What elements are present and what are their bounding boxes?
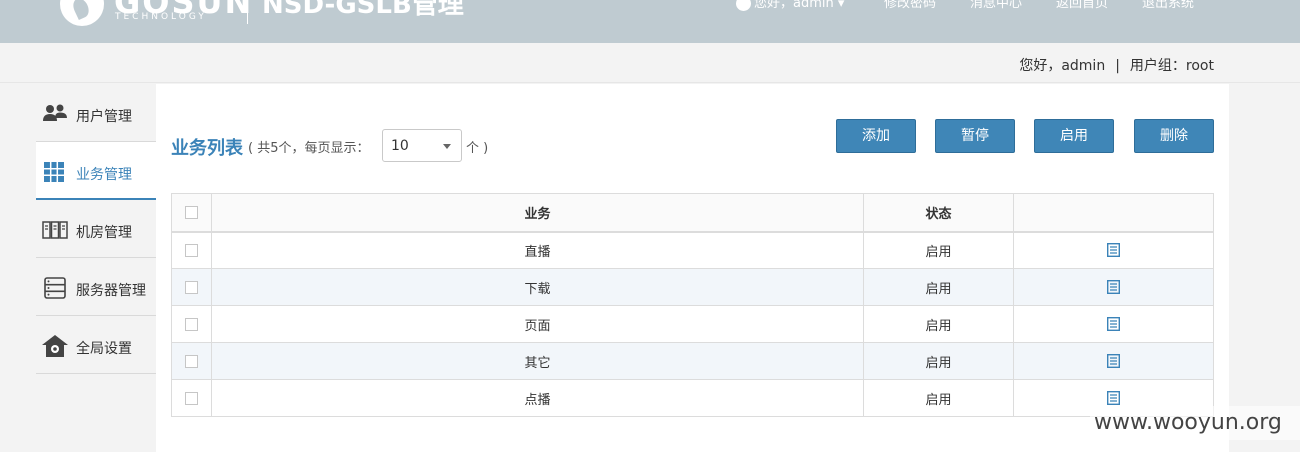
sidebar-item-label: 服务器管理	[76, 283, 146, 299]
row-checkbox[interactable]	[185, 280, 198, 294]
enable-button[interactable]: 启用	[1034, 119, 1114, 153]
cell-status: 启用	[863, 342, 1014, 380]
row-checkbox[interactable]	[185, 391, 198, 405]
table-row: 下载 启用	[171, 268, 1214, 306]
sidebar-item-datacenter[interactable]: 机房管理	[36, 200, 156, 258]
details-icon[interactable]	[1107, 354, 1120, 368]
per-page-value: 10	[391, 138, 409, 154]
list-count-text: ( 共5个，每页显示：	[248, 141, 370, 156]
brand-subtitle: TECHNOLOGY	[115, 12, 207, 22]
system-title: NSD-GSLB管理	[262, 0, 464, 20]
cell-actions	[1013, 268, 1214, 306]
business-table: 业务 状态 直播 启用 下载 启用 页面 启用 其它 启用 点播 启用	[171, 193, 1214, 417]
main-panel: 业务列表 ( 共5个，每页显示： 10 个 ) 添加 暂停 启用 删除 业务 状…	[156, 84, 1229, 452]
caret-down-icon	[443, 144, 451, 149]
row-checkbox[interactable]	[185, 317, 198, 331]
chevron-down-icon: ▾	[837, 0, 845, 11]
header-status: 状态	[863, 193, 1014, 233]
cell-status: 启用	[863, 268, 1014, 306]
sub-header: 您好，admin | 用户组：root	[0, 43, 1300, 83]
add-button[interactable]: 添加	[836, 119, 916, 153]
row-checkbox-cell	[171, 268, 212, 306]
cell-business: 页面	[211, 305, 864, 343]
cell-status: 启用	[863, 379, 1014, 417]
home-gear-icon	[42, 335, 68, 357]
sidebar-item-users[interactable]: 用户管理	[36, 84, 156, 142]
per-page-unit: 个 )	[466, 141, 489, 156]
sidebar-item-label: 全局设置	[76, 341, 132, 357]
cell-business: 其它	[211, 342, 864, 380]
brand-divider	[247, 0, 248, 24]
row-checkbox[interactable]	[185, 354, 198, 368]
row-checkbox-cell	[171, 342, 212, 380]
logo-icon	[60, 0, 104, 26]
cell-actions	[1013, 231, 1214, 269]
header-checkbox-cell	[171, 193, 212, 233]
sidebar-item-label: 用户管理	[76, 109, 132, 125]
server-rack-icon	[42, 221, 68, 239]
greeting-separator: |	[1115, 58, 1120, 74]
user-menu-label: 您好，admin	[754, 0, 834, 11]
select-all-checkbox[interactable]	[185, 205, 198, 219]
row-checkbox-cell	[171, 231, 212, 269]
details-icon[interactable]	[1107, 317, 1120, 331]
table-header-row: 业务 状态	[171, 193, 1214, 233]
cell-business: 直播	[211, 231, 864, 269]
cell-business: 下载	[211, 268, 864, 306]
details-icon[interactable]	[1107, 280, 1120, 294]
row-checkbox-cell	[171, 379, 212, 417]
server-list-icon	[44, 277, 66, 299]
header-business: 业务	[211, 193, 864, 233]
user-greeting: 您好，admin | 用户组：root	[1019, 55, 1214, 75]
cell-status: 启用	[863, 305, 1014, 343]
details-icon[interactable]	[1107, 243, 1120, 258]
sidebar-item-business[interactable]: 业务管理	[36, 142, 156, 200]
row-checkbox-cell	[171, 305, 212, 343]
cell-status: 启用	[863, 231, 1014, 269]
per-page-select[interactable]: 10	[382, 129, 462, 162]
watermark: www.wooyun.org	[1090, 406, 1300, 440]
table-row: 点播 启用	[171, 379, 1214, 417]
details-icon[interactable]	[1107, 391, 1120, 405]
users-icon	[43, 104, 67, 121]
nav-logout[interactable]: 退出系统	[1142, 0, 1194, 11]
nav-home[interactable]: 返回首页	[1056, 0, 1108, 11]
pause-button[interactable]: 暂停	[935, 119, 1015, 153]
user-avatar-icon	[736, 0, 751, 11]
cell-actions	[1013, 305, 1214, 343]
row-checkbox[interactable]	[185, 243, 198, 257]
page-title: 业务列表	[171, 138, 243, 159]
sidebar-item-servers[interactable]: 服务器管理	[36, 258, 156, 316]
table-row: 页面 启用	[171, 305, 1214, 343]
sidebar: 用户管理 业务管理 机房管理 服务器管理 全局设置	[0, 84, 156, 452]
table-row: 直播 启用	[171, 231, 1214, 269]
nav-change-password[interactable]: 修改密码	[884, 0, 936, 11]
greeting-text: 您好，admin	[1019, 58, 1106, 74]
sidebar-item-label: 业务管理	[76, 167, 132, 183]
sidebar-item-label: 机房管理	[76, 225, 132, 241]
cell-actions	[1013, 342, 1214, 380]
grid-icon	[44, 162, 64, 182]
delete-button[interactable]: 删除	[1134, 119, 1214, 153]
top-header: GOSUN TECHNOLOGY NSD-GSLB管理 您好，admin ▾ 修…	[0, 0, 1300, 43]
nav-message-center[interactable]: 消息中心	[970, 0, 1022, 11]
user-menu[interactable]: 您好，admin ▾	[736, 0, 844, 11]
table-row: 其它 启用	[171, 342, 1214, 380]
cell-business: 点播	[211, 379, 864, 417]
sidebar-item-global-settings[interactable]: 全局设置	[36, 316, 156, 374]
user-group: 用户组：root	[1129, 58, 1214, 74]
header-actions	[1013, 193, 1214, 233]
